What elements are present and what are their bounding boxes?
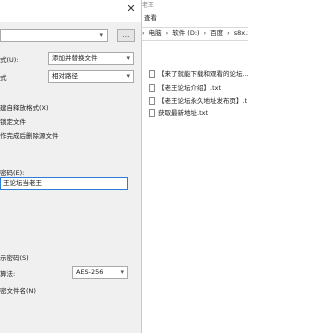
window-title: 老王 [142,2,155,9]
text-file-icon [149,97,155,105]
encryption-method-select[interactable]: AES-256 ▾ [72,266,128,279]
update-mode-select[interactable]: 添加并替换文件 ▾ [48,52,134,65]
option-sfx[interactable]: 建自释放格式(X) [0,102,49,112]
text-file-icon [149,84,155,92]
password-label: 密码(E): [0,169,25,177]
list-item[interactable]: 获取最新地址.txt [149,108,208,118]
breadcrumb[interactable]: ›电脑›软件 (D:)›百度›s8x.xy [142,27,248,41]
chevron-down-icon[interactable]: ▾ [99,31,103,39]
update-mode-value: 添加并替换文件 [52,54,98,62]
update-mode-label: 式(U): [0,56,19,64]
password-field[interactable]: 王论坛当老王 [0,177,128,190]
breadcrumb-item[interactable]: s8x.xy [234,29,248,37]
breadcrumb-item[interactable]: › [142,29,145,37]
menu-view[interactable]: 查看 [144,12,157,22]
encryption-method-label: 算法: [0,270,16,278]
text-file-icon [149,109,155,117]
text-file-icon [149,70,155,78]
chevron-down-icon[interactable]: ▾ [126,53,130,64]
file-name: 获取最新地址.txt [158,109,209,117]
chevron-down-icon[interactable]: ▾ [120,267,124,278]
breadcrumb-item[interactable]: 电脑 [149,29,162,37]
path-mode-select[interactable]: 相对路径 ▾ [48,70,134,83]
encrypt-filenames-checkbox[interactable]: 密文件名(N) [0,285,36,295]
breadcrumb-item[interactable]: 软件 (D:) [172,29,199,37]
breadcrumb-item[interactable]: 百度 [210,29,223,37]
show-password-checkbox[interactable]: 示密码(S) [0,252,29,262]
file-name: 【老王论坛永久地址发布页】.t [158,97,248,105]
option-delete-source[interactable]: 作完成后删除源文件 [0,130,59,140]
file-explorer: 老王 查看 ›电脑›软件 (D:)›百度›s8x.xy 【来了就能下载和观看的论… [142,0,248,333]
encryption-method-value: AES-256 [76,268,104,276]
close-icon[interactable]: ✕ [124,2,138,16]
list-item[interactable]: 【老王论坛介绍】.txt [149,83,221,93]
path-mode-label: 式 [0,74,7,82]
path-mode-value: 相对路径 [52,72,78,80]
option-lock[interactable]: 锁定文件 [0,116,26,126]
archive-name-combobox[interactable]: ▾ [0,29,108,42]
list-item[interactable]: 【老王论坛永久地址发布页】.t [149,96,247,106]
file-name: 【老王论坛介绍】.txt [158,84,222,92]
dialog-titlebar: ✕ [0,0,141,22]
chevron-down-icon[interactable]: ▾ [126,71,130,82]
archive-settings-dialog: ✕ ▾ ... 式(U): 添加并替换文件 ▾ 式 相对路径 ▾ 建自释放格式(… [0,0,142,333]
file-name: 【来了就能下载和观看的论坛... [158,70,248,78]
list-item[interactable]: 【来了就能下载和观看的论坛... [149,69,248,79]
browse-button[interactable]: ... [117,29,135,42]
